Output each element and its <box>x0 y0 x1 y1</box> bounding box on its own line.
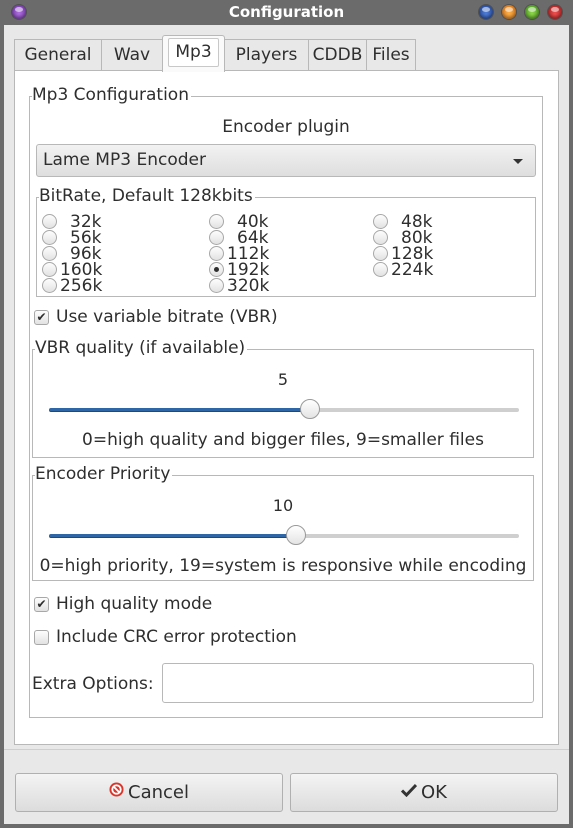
bitrate-radio[interactable] <box>373 246 388 261</box>
bitrate-radio[interactable] <box>209 246 224 261</box>
bitrate-option-56k[interactable]: 56k <box>42 230 162 247</box>
bitrate-group: BitRate, Default 128kbits 32k 56k 96k 160k 2… <box>36 185 536 297</box>
ok-label: OK <box>421 782 447 803</box>
minimize-icon[interactable] <box>479 5 493 19</box>
bitrate-option-320k[interactable]: 320k <box>209 276 329 296</box>
encoder-priority-group: Encoder Priority 10 0=high priority, 19=… <box>32 463 534 581</box>
dialog-body: General Wav Mp3 Players CDDB Files Mp3 C… <box>4 25 569 824</box>
close-icon[interactable] <box>548 5 562 19</box>
vbr-checkbox-row[interactable]: ✔ Use variable bitrate (VBR) <box>34 307 334 327</box>
encoder-priority-slider[interactable] <box>49 525 519 545</box>
cancel-button[interactable]: Cancel <box>15 773 283 812</box>
bitrate-radio[interactable] <box>373 214 388 229</box>
cancel-icon <box>109 773 124 810</box>
bitrate-option-256k[interactable]: 256k <box>42 276 162 296</box>
high-quality-checkbox-row[interactable]: ✔ High quality mode <box>34 594 334 614</box>
encoder-priority-slider-fill <box>49 534 296 538</box>
tab-players[interactable]: Players <box>224 39 309 72</box>
bitrate-radio[interactable] <box>42 246 57 261</box>
bitrate-radio[interactable] <box>209 214 224 229</box>
extra-options-label: Extra Options: <box>32 674 154 694</box>
tab-label: Mp3 <box>168 38 219 67</box>
bitrate-radio[interactable] <box>209 230 224 245</box>
bitrate-option-40k[interactable]: 40k <box>209 214 329 231</box>
tab-label: Players <box>235 45 298 65</box>
crc-checkbox[interactable] <box>34 630 49 645</box>
title-bar[interactable]: Configuration <box>0 0 573 25</box>
bitrate-option-48k[interactable]: 48k <box>373 214 493 231</box>
vbr-quality-slider-handle[interactable] <box>300 399 320 419</box>
tab-cddb[interactable]: CDDB <box>308 39 367 72</box>
tab-files[interactable]: Files <box>366 39 416 72</box>
tab-label: CDDB <box>312 45 363 65</box>
vbr-quality-description: 0=high quality and bigger files, 9=small… <box>82 430 484 450</box>
bitrate-option-32k[interactable]: 32k <box>42 214 162 231</box>
cancel-label: Cancel <box>128 782 189 803</box>
bitrate-radio[interactable] <box>373 262 388 277</box>
encoder-plugin-dropdown[interactable]: Lame MP3 Encoder <box>36 144 536 177</box>
bitrate-radio[interactable] <box>42 230 57 245</box>
vbr-quality-value: 5 <box>277 370 289 389</box>
bitrate-radio[interactable] <box>209 278 224 293</box>
vbr-quality-slider-fill <box>49 408 310 412</box>
encoder-priority-slider-handle[interactable] <box>286 525 306 545</box>
bitrate-radio[interactable] <box>42 278 57 293</box>
mp3-tab-page: Mp3 Configuration Encoder plugin Lame MP… <box>14 70 559 745</box>
tab-general[interactable]: General <box>14 39 102 72</box>
tab-label: General <box>24 45 92 65</box>
tab-wav[interactable]: Wav <box>101 39 163 72</box>
vbr-quality-slider[interactable] <box>49 399 519 419</box>
mp3-configuration-title: Mp3 Configuration <box>32 84 191 106</box>
shade-icon[interactable] <box>502 5 516 19</box>
bitrate-title: BitRate, Default 128kbits <box>39 185 255 207</box>
high-quality-checkbox[interactable]: ✔ <box>34 597 49 612</box>
crc-checkbox-row[interactable]: Include CRC error protection <box>34 627 354 647</box>
crc-checkbox-label: Include CRC error protection <box>56 627 297 647</box>
ok-button[interactable]: OK <box>290 773 558 812</box>
high-quality-checkbox-label: High quality mode <box>56 594 213 614</box>
button-separator <box>4 749 569 750</box>
bitrate-radio-label: 224k <box>391 260 434 280</box>
bitrate-radio-label: 320k <box>227 276 270 296</box>
vbr-quality-group: VBR quality (if available) 5 0=high qual… <box>32 337 534 458</box>
bitrate-option-224k[interactable]: 224k <box>373 260 493 280</box>
extra-options-input[interactable] <box>162 663 534 703</box>
bitrate-radio[interactable] <box>42 214 57 229</box>
bitrate-radio[interactable] <box>209 262 224 277</box>
encoder-priority-description: 0=high priority, 19=system is responsive… <box>39 556 527 576</box>
encoder-plugin-label: Encoder plugin <box>222 117 350 137</box>
chevron-down-icon <box>513 159 523 164</box>
maximize-icon[interactable] <box>525 5 539 19</box>
checkmark-icon <box>400 773 418 810</box>
vbr-checkbox-label: Use variable bitrate (VBR) <box>56 307 278 327</box>
tab-mp3[interactable]: Mp3 <box>162 35 225 72</box>
vbr-quality-title: VBR quality (if available) <box>35 337 248 359</box>
tab-label: Files <box>372 45 410 65</box>
mp3-configuration-group: Mp3 Configuration Encoder plugin Lame MP… <box>29 84 543 718</box>
bitrate-radio[interactable] <box>373 230 388 245</box>
bitrate-radio-label: 256k <box>60 276 103 296</box>
encoder-plugin-value: Lame MP3 Encoder <box>43 150 206 170</box>
encoder-priority-title: Encoder Priority <box>35 463 173 485</box>
bitrate-radio[interactable] <box>42 262 57 277</box>
tab-label: Wav <box>113 45 151 65</box>
encoder-priority-value: 10 <box>272 496 294 515</box>
vbr-checkbox[interactable]: ✔ <box>34 310 49 325</box>
